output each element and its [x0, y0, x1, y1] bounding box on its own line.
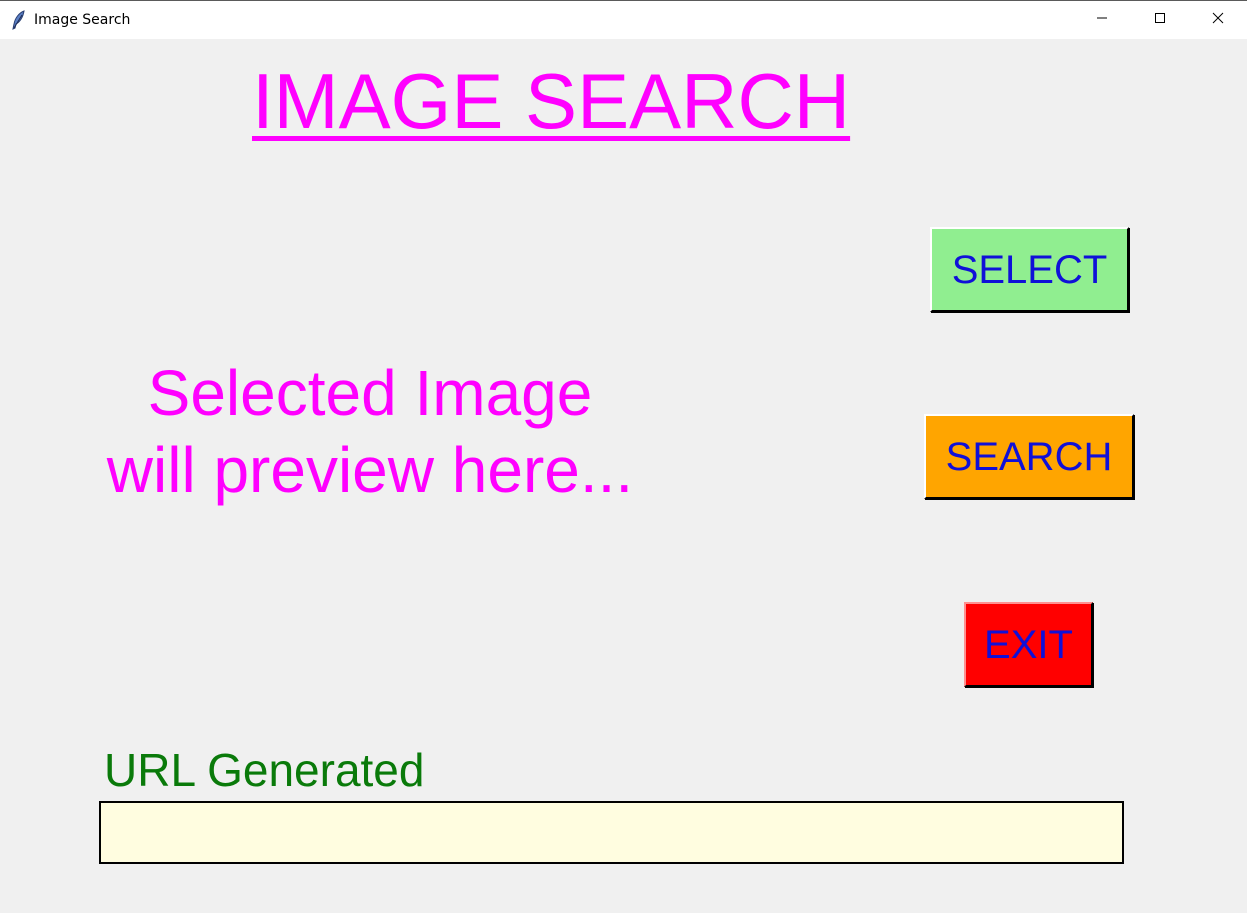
url-label: URL Generated [104, 744, 425, 796]
image-preview-placeholder: Selected Image will preview here... [80, 355, 660, 509]
maximize-icon [1154, 11, 1166, 29]
close-icon [1212, 11, 1224, 29]
close-button[interactable] [1189, 1, 1247, 39]
exit-button[interactable]: EXIT [964, 602, 1093, 687]
minimize-icon [1096, 11, 1108, 29]
search-button[interactable]: SEARCH [924, 414, 1134, 499]
app-window: Image Search IMAGE SEARCH Selected Image… [0, 0, 1247, 913]
feather-icon [11, 10, 27, 30]
minimize-button[interactable] [1073, 1, 1131, 39]
url-field[interactable] [99, 801, 1124, 864]
page-title: IMAGE SEARCH [252, 57, 851, 145]
preview-text-line2: will preview here... [106, 434, 634, 506]
window-title: Image Search [34, 12, 131, 28]
title-bar[interactable]: Image Search [0, 0, 1247, 39]
maximize-button[interactable] [1131, 1, 1189, 39]
preview-text-line1: Selected Image [147, 357, 593, 429]
select-button[interactable]: SELECT [930, 227, 1129, 312]
